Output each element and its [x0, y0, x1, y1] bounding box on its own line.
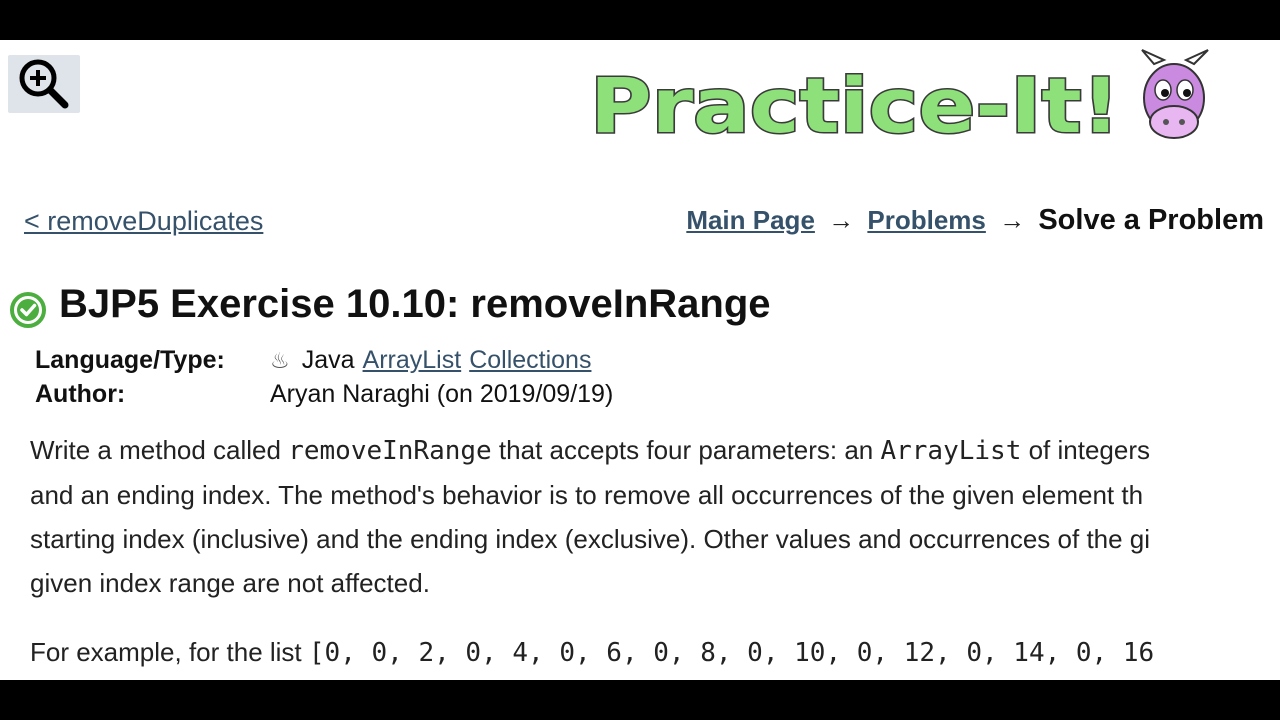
author-row: Author: Aryan Naraghi (on 2019/09/19) — [35, 380, 613, 414]
example-line: For example, for the list [0, 0, 2, 0, 4… — [30, 637, 1154, 668]
previous-problem-link[interactable]: < removeDuplicates — [24, 206, 263, 237]
letterbox-bottom — [0, 680, 1280, 720]
breadcrumb-arrow: → — [999, 205, 1026, 235]
description-text: that accepts four parameters: an — [491, 435, 881, 465]
tag-link-collections[interactable]: Collections — [469, 346, 591, 375]
language-name: Java — [301, 346, 355, 374]
tag-link-arraylist[interactable]: ArrayList — [363, 346, 462, 375]
author-value: Aryan Naraghi (on 2019/09/19) — [270, 380, 614, 408]
description-line: and an ending index. The method's behavi… — [30, 480, 1144, 510]
zoom-in-icon — [19, 59, 69, 109]
author-label: Author: — [35, 380, 126, 408]
language-row: Language/Type: ♨ Java ArrayList Collecti… — [35, 346, 613, 380]
example-code: [0, 0, 2, 0, 4, 0, 6, 0, 8, 0, 10, 0, 12… — [308, 638, 1155, 668]
letterbox-top — [0, 0, 1280, 40]
practice-it-logo[interactable]: Practice-It! — [586, 46, 1222, 154]
code-method-name: removeInRange — [288, 436, 492, 466]
logo-text: Practice-It! — [590, 61, 1120, 150]
breadcrumb-problems[interactable]: Problems — [867, 205, 986, 235]
breadcrumb-main-page[interactable]: Main Page — [686, 205, 815, 235]
example-text: For example, for the list — [30, 637, 309, 667]
code-type-name: ArrayList — [880, 436, 1022, 466]
description-line: starting index (inclusive) and the endin… — [30, 524, 1151, 554]
description-line: given index range are not affected. — [30, 568, 430, 598]
description-text: of integers — [1021, 435, 1150, 465]
page: Practice-It! < removeDuplicates Main Pag… — [0, 40, 1280, 680]
zoom-button[interactable] — [8, 55, 80, 113]
check-circle-icon — [10, 292, 46, 328]
language-label: Language/Type: — [35, 346, 225, 374]
cow-mascot — [1141, 49, 1209, 139]
problem-meta: Language/Type: ♨ Java ArrayList Collecti… — [35, 346, 613, 414]
problem-title: BJP5 Exercise 10.10: removeInRange — [59, 282, 771, 326]
description-line: Write a method called removeInRange that… — [30, 428, 1280, 473]
problem-description: Write a method called removeInRange that… — [30, 428, 1280, 605]
description-text: Write a method called — [30, 435, 289, 465]
breadcrumb-arrow: → — [828, 205, 855, 235]
breadcrumb: Main Page → Problems → Solve a Problem — [686, 204, 1264, 237]
breadcrumb-current: Solve a Problem — [1038, 204, 1264, 236]
java-cup-icon: ♨ — [270, 348, 290, 373]
language-value: ♨ Java ArrayList Collections — [270, 346, 591, 375]
